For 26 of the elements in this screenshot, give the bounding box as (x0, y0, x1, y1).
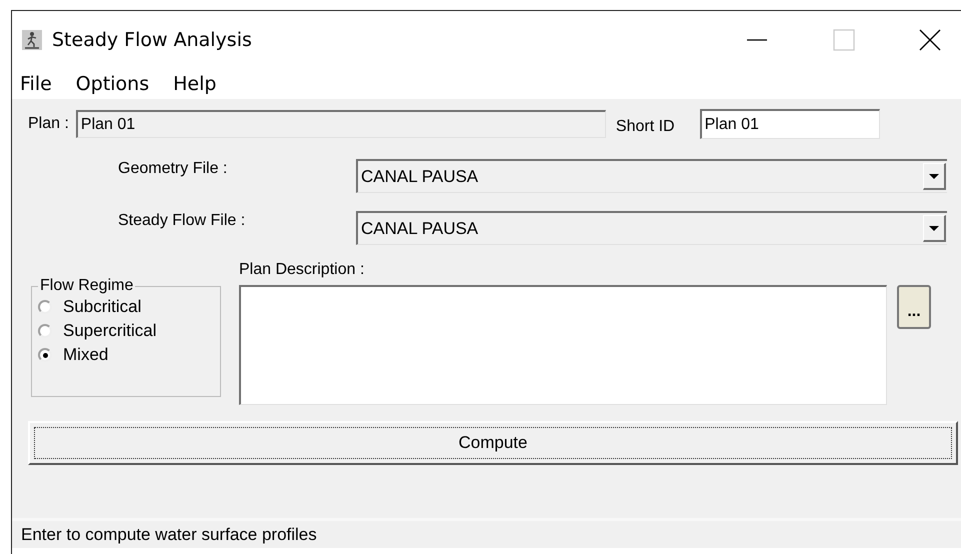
plan-label: Plan : (28, 115, 69, 133)
short-id-label: Short ID (616, 118, 675, 136)
file-label: Geometry File : (117, 160, 228, 178)
runner-icon (22, 30, 42, 50)
radio-button[interactable] (38, 324, 52, 338)
group-title: Flow Regime (39, 277, 134, 295)
plan-field[interactable]: Plan 01 (76, 110, 606, 138)
plan-description-field[interactable] (239, 285, 887, 405)
window-title: Steady Flow Analysis (52, 29, 252, 51)
plan-description-label: Plan Description : (239, 261, 366, 279)
short-id-field[interactable]: Plan 01 (700, 109, 880, 139)
radio-label: Supercritical (63, 321, 157, 341)
menu-item[interactable]: Help (171, 73, 218, 93)
radio-button[interactable] (38, 348, 52, 362)
compute-button[interactable]: Compute (28, 421, 958, 465)
status-bar: Enter to compute water surface profiles (12, 518, 961, 548)
file-dropdown[interactable]: CANAL PAUSA (356, 159, 947, 193)
radio-label: Mixed (63, 345, 108, 365)
file-label: Steady Flow File : (117, 212, 246, 230)
file-dropdown[interactable]: CANAL PAUSA (356, 211, 947, 245)
radio-button[interactable] (38, 300, 52, 314)
radio-label: Subcritical (63, 297, 142, 317)
menu-item[interactable]: Options (74, 73, 152, 93)
menu-item[interactable]: File (18, 73, 54, 93)
close-icon[interactable] (919, 29, 941, 51)
browse-button[interactable]: ... (897, 285, 931, 329)
